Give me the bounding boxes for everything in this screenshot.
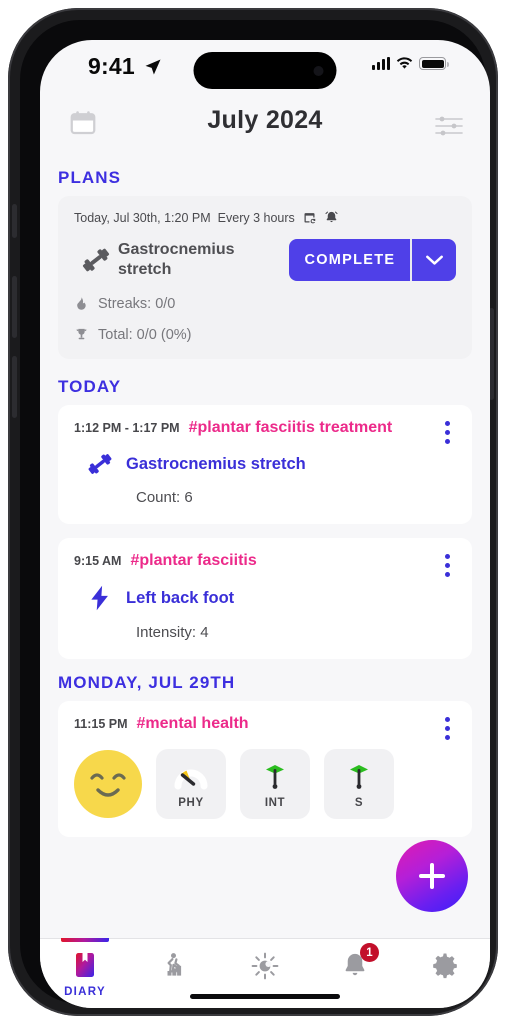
section-header-plans: PLANS — [58, 168, 122, 187]
plan-activity-row: Gastrocnemius stretch COMPLETE — [74, 239, 456, 281]
status-bar-indicators — [372, 57, 449, 70]
plan-schedule-row: Today, Jul 30th, 1:20 PM Every 3 hours — [74, 210, 456, 225]
add-entry-fab[interactable] — [396, 840, 468, 912]
silent-switch[interactable] — [12, 204, 17, 238]
front-camera — [313, 65, 324, 76]
section-header-monday: MONDAY, JUL 29TH — [58, 673, 236, 692]
sun-weather-icon — [251, 952, 279, 980]
mood-tile-label: S — [354, 796, 364, 809]
smiling-face-icon — [74, 750, 142, 818]
kebab-menu-icon[interactable] — [436, 715, 458, 741]
entry-title: Left back foot — [126, 588, 235, 607]
volume-up-button[interactable] — [12, 276, 17, 338]
entry-detail: Intensity: 4 — [136, 624, 209, 641]
chevron-down-icon — [425, 255, 443, 265]
dart-green-icon — [344, 760, 374, 794]
entry-body: Gastrocnemius stretch — [74, 449, 456, 479]
plan-activity-name: Gastrocnemius stretch — [118, 241, 235, 278]
calendar-repeat-icon — [304, 213, 316, 224]
entry-title: Gastrocnemius stretch — [126, 454, 306, 473]
kebab-menu-icon[interactable] — [436, 552, 458, 578]
page-title: July 2024 — [207, 106, 323, 134]
notifications-badge: 1 — [360, 943, 379, 962]
mood-tile-phy[interactable]: PHY — [156, 749, 226, 819]
entry-icon-wrap — [74, 449, 126, 479]
plus-icon — [419, 863, 445, 889]
status-bar: 9:41 — [40, 40, 490, 96]
entry-tag[interactable]: #plantar fasciitis — [130, 552, 256, 570]
mood-tile-label: INT — [264, 796, 286, 809]
entry-header: 1:12 PM - 1:17 PM #plantar fasciitis tre… — [74, 419, 456, 437]
entry-detail: Count: 6 — [136, 489, 193, 506]
mood-tile-label: PHY — [178, 796, 204, 809]
diary-entry-card[interactable]: 1:12 PM - 1:17 PM #plantar fasciitis tre… — [58, 405, 472, 524]
kebab-menu-icon[interactable] — [436, 419, 458, 445]
activity-stats-icon — [167, 953, 182, 976]
lightning-bolt-icon — [91, 585, 108, 611]
plan-card[interactable]: Today, Jul 30th, 1:20 PM Every 3 hours G… — [58, 196, 472, 359]
wifi-icon — [396, 57, 413, 69]
status-bar-time: 9:41 — [88, 53, 135, 79]
mood-entry-header: 11:15 PM #mental health — [74, 715, 456, 733]
mood-tile-soc[interactable]: S — [324, 749, 394, 819]
diary-entry-card[interactable]: 9:15 AM #plantar fasciitis Left back foo… — [58, 538, 472, 659]
plan-activity-icon-wrap — [74, 243, 118, 277]
dynamic-island — [193, 52, 337, 89]
mood-tiles-row: PHY INT S — [74, 749, 456, 819]
tab-label-diary: DIARY — [64, 986, 106, 998]
alarm-bell-icon — [325, 211, 338, 223]
cellular-signal-icon — [372, 57, 390, 70]
phone-screen: 9:41 July 2024 PLANS Today, Jul 30th, 1:… — [40, 40, 490, 1008]
tab-settings[interactable] — [400, 939, 490, 1008]
dart-green-icon — [260, 760, 290, 794]
entry-tag[interactable]: #plantar fasciitis treatment — [189, 419, 393, 437]
entry-body: Left back foot — [74, 582, 456, 614]
section-header-today: TODAY — [58, 377, 122, 396]
entry-tag[interactable]: #mental health — [137, 715, 249, 733]
trophy-icon — [76, 328, 87, 340]
gauge-yellow-icon — [174, 760, 208, 794]
active-tab-indicator — [61, 938, 109, 942]
dumbbell-icon — [88, 454, 112, 474]
sliders-filter-icon[interactable] — [434, 114, 464, 138]
plan-total-row: Total: 0/0 (0%) — [74, 326, 456, 343]
battery-full-icon — [419, 57, 449, 70]
plan-streaks-row: Streaks: 0/0 — [74, 295, 456, 312]
complete-dropdown-button[interactable] — [412, 239, 456, 281]
entry-time: 9:15 AM — [74, 554, 122, 568]
plan-schedule-text: Today, Jul 30th, 1:20 PM — [74, 210, 211, 225]
mood-tile-int[interactable]: INT — [240, 749, 310, 819]
entry-icon-wrap — [74, 582, 126, 614]
volume-down-button[interactable] — [12, 356, 17, 418]
gear-settings-icon — [433, 953, 457, 979]
home-indicator[interactable] — [190, 994, 340, 999]
entry-header: 9:15 AM #plantar fasciitis — [74, 552, 456, 570]
entry-time: 11:15 PM — [74, 717, 128, 731]
phone-bezel: 9:41 July 2024 PLANS Today, Jul 30th, 1:… — [20, 20, 490, 1008]
plan-repeat-text: Every 3 hours — [217, 210, 295, 225]
screenshot-root: 9:41 July 2024 PLANS Today, Jul 30th, 1:… — [0, 0, 506, 1024]
mood-entry-card[interactable]: 11:15 PM #mental health PHY INT S — [58, 701, 472, 837]
phone-frame: 9:41 July 2024 PLANS Today, Jul 30th, 1:… — [8, 8, 498, 1016]
diary-scroll-area[interactable]: PLANS Today, Jul 30th, 1:20 PM Every 3 h… — [40, 154, 490, 938]
plan-streaks-text: Streaks: 0/0 — [98, 295, 176, 312]
dumbbell-icon — [82, 248, 110, 272]
flame-icon — [77, 297, 86, 310]
diary-book-icon — [76, 953, 94, 977]
plan-cta-group: COMPLETE — [289, 239, 456, 281]
location-arrow-icon — [145, 59, 161, 75]
entry-time: 1:12 PM - 1:17 PM — [74, 421, 180, 435]
plan-total-text: Total: 0/0 (0%) — [98, 326, 192, 343]
app-header: July 2024 — [40, 98, 490, 154]
tab-diary[interactable]: DIARY — [40, 938, 130, 1008]
complete-button[interactable]: COMPLETE — [289, 239, 411, 281]
